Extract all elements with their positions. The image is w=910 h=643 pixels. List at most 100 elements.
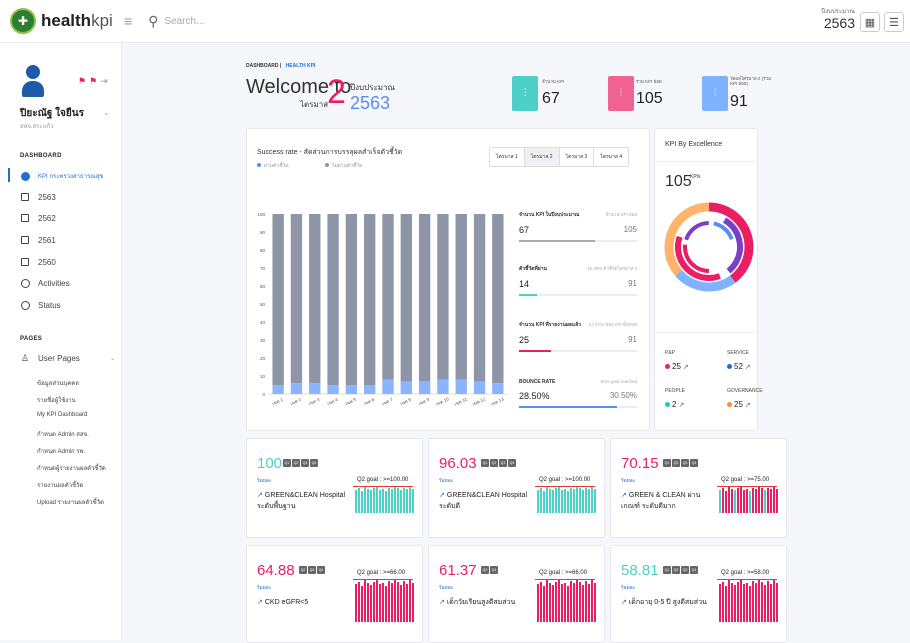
search-input[interactable]: Search... — [164, 16, 204, 27]
kpi-name[interactable]: ↗ เด็กอายุ 0-5 ปี สูงดีสมส่วน — [621, 597, 719, 608]
quarter-badge[interactable]: Q3 — [681, 566, 689, 574]
sidebar-item-year-2561[interactable]: 2561 — [20, 235, 56, 245]
quarter-badge[interactable]: Q4 — [490, 566, 498, 574]
external-link-icon[interactable]: ↗ — [439, 599, 445, 606]
quarter-badge[interactable]: Q2 — [672, 459, 680, 467]
tab-q2[interactable]: ไตรมาส 2 — [524, 148, 560, 166]
kpi-card[interactable]: 96.03 Q1 Q2 Q3 Q4 ร้อยละ ↗ GREEN&CLEAN Hospital… — [428, 438, 605, 538]
subnav-item[interactable]: กำหนด Admin สสจ. — [37, 429, 89, 439]
bar-pass[interactable] — [492, 383, 504, 394]
bar-fail[interactable] — [290, 214, 303, 384]
kpi-card[interactable]: 70.15 Q1 Q2 Q3 Q4 ร้อยละ ↗ GREEN & CLEAN ผ่านเก… — [610, 438, 787, 538]
sidebar-item-user-pages[interactable]: ♙ User Pages ⌄ — [20, 353, 116, 363]
logout-icon[interactable]: ⇥ — [100, 76, 111, 86]
quarter-badge[interactable]: Q4 — [690, 566, 698, 574]
grid-view-icon[interactable]: ▦ — [860, 12, 880, 32]
bar-fail[interactable] — [272, 214, 284, 385]
kpi-name[interactable]: ↗ GREEN&CLEAN Hospital ระดับพื้นฐาน — [257, 490, 355, 512]
external-link-icon[interactable]: ↗ — [745, 401, 751, 409]
bar-fail[interactable] — [400, 214, 412, 382]
bar-pass[interactable] — [382, 379, 394, 394]
bar-pass[interactable] — [400, 381, 412, 394]
kpi-name[interactable]: ↗ CKD eGFR<5 — [257, 597, 355, 608]
breadcrumb-item[interactable]: DASHBOARD — [246, 63, 279, 69]
kpi-card[interactable]: 61.37 Q2 Q4 ร้อยละ ↗ เด็กวัยเรียนสูงดีสมส่วน Q… — [428, 545, 605, 643]
bar-fail[interactable] — [437, 214, 449, 380]
subnav-item[interactable]: กำหนด Admin รพ. — [37, 446, 85, 456]
bar-fail[interactable] — [382, 214, 394, 380]
bar-pass[interactable] — [418, 381, 431, 394]
quarter-badge[interactable]: Q3 — [499, 459, 507, 467]
bar-pass[interactable] — [455, 379, 467, 394]
quarter-badge[interactable]: Q4 — [310, 459, 318, 467]
bar-fail[interactable] — [455, 214, 467, 380]
quarter-badge[interactable]: Q2 — [481, 566, 489, 574]
external-link-icon[interactable]: ↗ — [683, 363, 689, 371]
category-service-value[interactable]: 52 ↗ — [727, 362, 751, 371]
bar-pass[interactable] — [345, 385, 358, 394]
kpi-card[interactable]: 100 Q1 Q2 Q3 Q4 ร้อยละ ↗ GREEN&CLEAN Hospital ร… — [246, 438, 423, 538]
chevron-down-icon[interactable]: ⌄ — [103, 108, 110, 117]
quarter-badge[interactable]: Q4 — [317, 566, 325, 574]
hamburger-menu-icon[interactable]: ≡ — [124, 13, 132, 29]
subnav-item[interactable]: รายชื่อผู้ใช้งาน — [37, 395, 76, 405]
external-link-icon[interactable]: ↗ — [745, 363, 751, 371]
bar-pass[interactable] — [437, 379, 449, 394]
external-link-icon[interactable]: ↗ — [621, 492, 627, 499]
kpi-name[interactable]: ↗ GREEN&CLEAN Hospital ระดับดี — [439, 490, 537, 512]
tab-q1[interactable]: ไตรมาส 1 — [490, 148, 525, 166]
bar-pass[interactable] — [290, 383, 303, 394]
quarter-badge[interactable]: Q3 — [308, 566, 316, 574]
external-link-icon[interactable]: ↗ — [678, 401, 684, 409]
external-link-icon[interactable]: ↗ — [257, 599, 263, 606]
subnav-item[interactable]: My KPI Dashboard — [37, 412, 87, 418]
quarter-badge[interactable]: Q4 — [508, 459, 516, 467]
sidebar-item-activities[interactable]: Activities — [20, 278, 70, 288]
subnav-item[interactable]: ข้อมูลส่วนบุคคล — [37, 378, 79, 388]
bar-fail[interactable] — [364, 214, 376, 385]
quarter-badge[interactable]: Q2 — [292, 459, 300, 467]
sidebar-item-status[interactable]: Status — [20, 300, 61, 310]
category-governance-value[interactable]: 25 ↗ — [727, 400, 751, 409]
quarter-badge[interactable]: Q1 — [663, 566, 671, 574]
flag-icon[interactable]: ⚑ — [78, 76, 89, 86]
tab-q4[interactable]: ไตรมาส 4 — [594, 148, 628, 166]
quarter-badge[interactable]: Q1 — [283, 459, 291, 467]
sidebar-item-year-2560[interactable]: 2560 — [20, 257, 56, 267]
logo[interactable]: ✚ healthkpi — [0, 8, 122, 34]
bar-fail[interactable] — [492, 214, 504, 384]
external-link-icon[interactable]: ↗ — [621, 599, 627, 606]
subnav-item[interactable]: รายงานผลตัวชี้วัด — [37, 480, 83, 490]
tab-q3[interactable]: ไตรมาส 3 — [560, 148, 595, 166]
notification-flag-icon[interactable]: ⚑ — [89, 76, 100, 86]
quarter-badge[interactable]: Q4 — [690, 459, 698, 467]
bar-fail[interactable] — [473, 214, 486, 382]
kpi-name[interactable]: ↗ เด็กวัยเรียนสูงดีสมส่วน — [439, 597, 537, 608]
fiscal-year-selector[interactable]: ปีงบประมาณ 2563 — [821, 6, 855, 30]
external-link-icon[interactable]: ↗ — [257, 492, 263, 499]
external-link-icon[interactable]: ↗ — [439, 492, 445, 499]
quarter-badge[interactable]: Q1 — [663, 459, 671, 467]
bar-pass[interactable] — [272, 385, 284, 394]
quarter-badge[interactable]: Q2 — [672, 566, 680, 574]
bar-fail[interactable] — [345, 214, 358, 385]
list-view-icon[interactable]: ☰ — [884, 12, 904, 32]
quarter-badge[interactable]: Q1 — [481, 459, 489, 467]
quarter-badge[interactable]: Q3 — [301, 459, 309, 467]
kpi-card[interactable]: 58.81 Q1 Q2 Q3 Q4 ร้อยละ ↗ เด็กอายุ 0-5 ปี สูงด… — [610, 545, 787, 643]
category-people-value[interactable]: 2 ↗ — [665, 400, 684, 409]
bar-pass[interactable] — [309, 383, 321, 394]
subnav-item[interactable]: Upload รายงานผลตัวชี้วัด — [37, 497, 104, 507]
category-pp-value[interactable]: 25 ↗ — [665, 362, 689, 371]
bar-fail[interactable] — [418, 214, 431, 382]
bar-pass[interactable] — [473, 381, 486, 394]
bar-fail[interactable] — [309, 214, 321, 384]
kpi-card[interactable]: 64.88 Q2 Q3 Q4 ร้อยละ ↗ CKD eGFR<5 Q2 goal : >=… — [246, 545, 423, 643]
sidebar-item-year-2562[interactable]: 2562 — [20, 213, 56, 223]
bar-pass[interactable] — [327, 385, 339, 394]
quarter-badge[interactable]: Q2 — [490, 459, 498, 467]
avatar[interactable] — [22, 65, 44, 97]
sidebar-item-kpi[interactable]: KPI กระทรวงสาธารณสุข — [20, 171, 104, 181]
subnav-item[interactable]: กำหนดผู้รายงานผลตัวชี้วัด — [37, 463, 106, 473]
bar-pass[interactable] — [364, 385, 376, 394]
